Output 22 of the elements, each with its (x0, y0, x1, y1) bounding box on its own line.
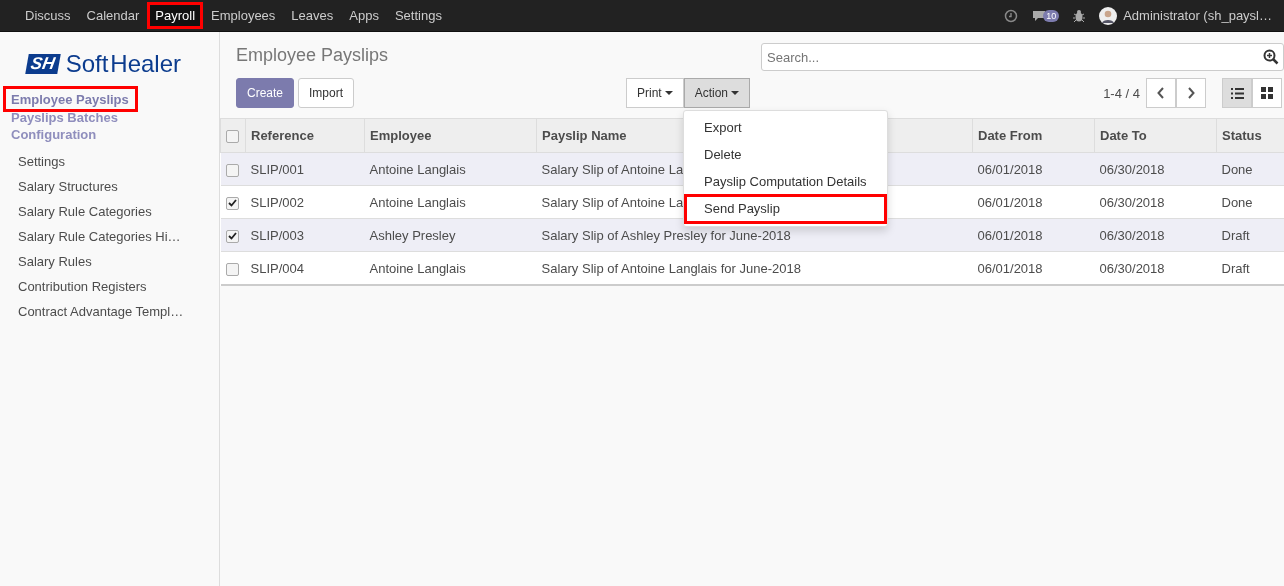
date-cell: 06/01/2018 (972, 152, 1095, 186)
date-cell: 06/30/2018 (1094, 152, 1217, 186)
logo-text: Soft (65, 50, 109, 78)
reference-cell: SLIP/004 (245, 251, 365, 285)
employee-cell: Ashley Presley (364, 218, 537, 252)
reference-cell: SLIP/001 (245, 152, 365, 186)
date-cell: 06/01/2018 (972, 218, 1095, 252)
reference-cell: SLIP/003 (245, 218, 365, 252)
date-cell: 06/30/2018 (1094, 218, 1217, 252)
page-title: Employee Payslips (236, 44, 389, 66)
status-cell: Done (1216, 152, 1284, 186)
status-cell: Draft (1216, 218, 1284, 252)
logo-mark: SH (25, 54, 61, 74)
pager-text: 1-4 / 4 (1103, 85, 1140, 101)
logo-text: Healer (110, 50, 182, 78)
employee-cell: Antoine Langlais (364, 251, 537, 285)
status-cell: Draft (1216, 251, 1284, 285)
message-count-badge: 10 (1043, 9, 1060, 22)
date-cell: 06/01/2018 (972, 251, 1095, 285)
payslip-name-cell: Salary Slip of Antoine Langlais for June-2018 (536, 251, 973, 285)
employee-cell: Antoine Langlais (364, 152, 537, 186)
date-cell: 06/30/2018 (1094, 251, 1217, 285)
